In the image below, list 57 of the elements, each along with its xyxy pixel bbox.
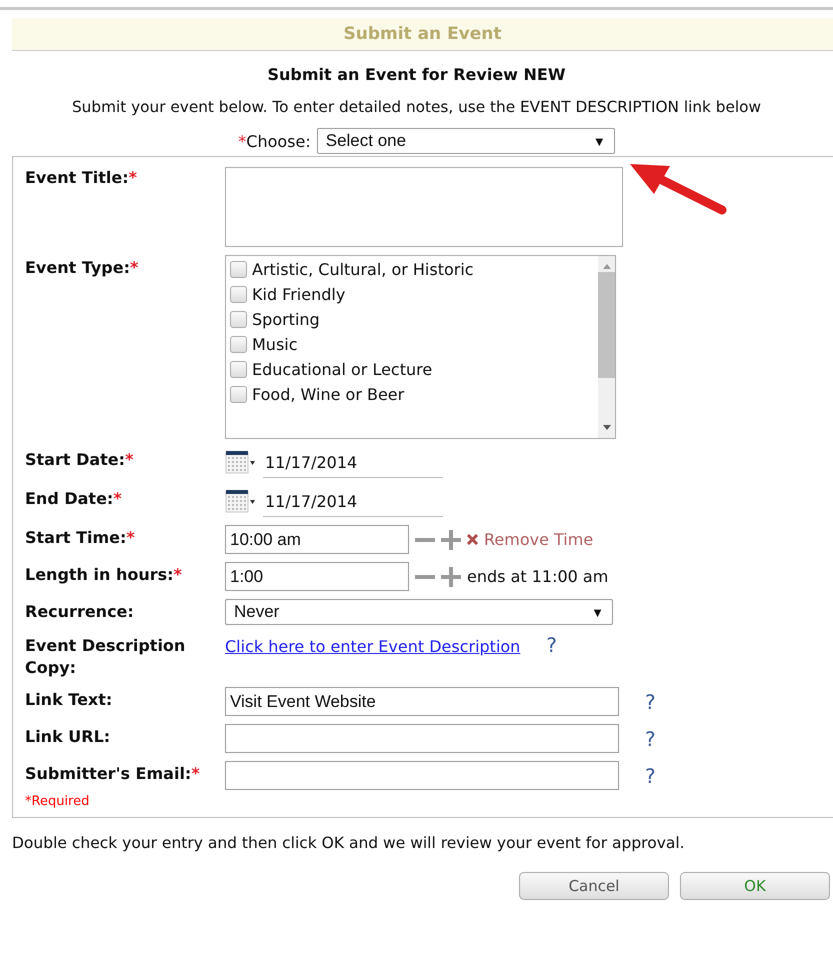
choose-label: *Choose:: [238, 132, 311, 150]
scrollbar[interactable]: [598, 256, 615, 438]
text-input[interactable]: [225, 761, 619, 790]
field-label: Event Description Copy:: [25, 635, 186, 679]
date-input[interactable]: 11/17/2014: [263, 486, 443, 517]
end-time-text: ends at 11:00 am: [467, 567, 608, 586]
checkbox[interactable]: [230, 361, 247, 378]
option-label: Artistic, Cultural, or Historic: [252, 260, 474, 279]
calendar-icon[interactable]: [225, 488, 257, 514]
field-label: End Date:*: [25, 488, 123, 510]
close-icon[interactable]: [467, 534, 478, 545]
help-icon[interactable]: ?: [546, 633, 557, 657]
option-label: Music: [252, 335, 298, 354]
calendar-icon[interactable]: [225, 450, 257, 476]
checkbox[interactable]: [230, 386, 247, 403]
option-label: Kid Friendly: [252, 285, 346, 304]
footer-text: Double check your entry and then click OK and we will review your event for approval.: [12, 833, 686, 854]
recurrence-select[interactable]: Never ▼: [225, 599, 613, 625]
form-heading: Submit an Event for Review NEW: [266, 65, 566, 84]
dialog-title: Submit an Event: [343, 24, 502, 44]
plus-icon[interactable]: [441, 566, 461, 586]
text-input[interactable]: [225, 724, 619, 753]
field-label: Link URL:: [25, 726, 112, 748]
intro-text: Submit your event below. To enter detailed notes, use the EVENT DESCRIPTION link below: [70, 98, 762, 116]
checkbox[interactable]: [230, 311, 247, 328]
field-label: Submitter's Email:*: [25, 763, 201, 785]
help-icon[interactable]: ?: [645, 690, 656, 714]
description-link[interactable]: Click here to enter Event Description: [225, 636, 520, 656]
checkbox[interactable]: [230, 336, 247, 353]
time-input[interactable]: 10:00 am: [225, 525, 409, 554]
title-input[interactable]: [225, 167, 623, 247]
text-input[interactable]: Visit Event Website: [225, 687, 619, 716]
option-label: Educational or Lecture: [252, 360, 432, 379]
remove-time-link[interactable]: Remove Time: [467, 530, 594, 549]
scroll-up-icon[interactable]: [602, 262, 612, 270]
option-label: Sporting: [252, 310, 320, 329]
field-label: Length in hours:*: [25, 564, 183, 586]
scroll-down-icon[interactable]: [602, 424, 612, 432]
field-label: Recurrence:: [25, 601, 135, 623]
field-label: Link Text:: [25, 689, 114, 711]
event-type-list[interactable]: Artistic, Cultural, or Historic Kid Friendly Sporting Music Educational or Lecture Food, Wine or Beer: [225, 255, 616, 439]
choose-select[interactable]: Select one ▼: [316, 128, 615, 154]
option-label: Food, Wine or Beer: [252, 385, 404, 404]
help-icon[interactable]: ?: [645, 764, 656, 788]
checkbox[interactable]: [230, 286, 247, 303]
field-label: Start Time:*: [25, 527, 136, 549]
time-input[interactable]: 1:00: [225, 562, 409, 591]
date-input[interactable]: 11/17/2014: [263, 447, 443, 478]
required-note: *Required: [25, 794, 90, 809]
help-icon[interactable]: ?: [645, 726, 656, 750]
field-label: Event Type:*: [25, 257, 140, 279]
checkbox[interactable]: [230, 261, 247, 278]
field-label: Start Date:*: [25, 449, 134, 471]
ok-button[interactable]: OK: [680, 872, 830, 900]
plus-icon[interactable]: [441, 530, 461, 550]
cancel-button[interactable]: Cancel: [519, 872, 669, 900]
field-label: Event Title:*: [25, 167, 138, 189]
